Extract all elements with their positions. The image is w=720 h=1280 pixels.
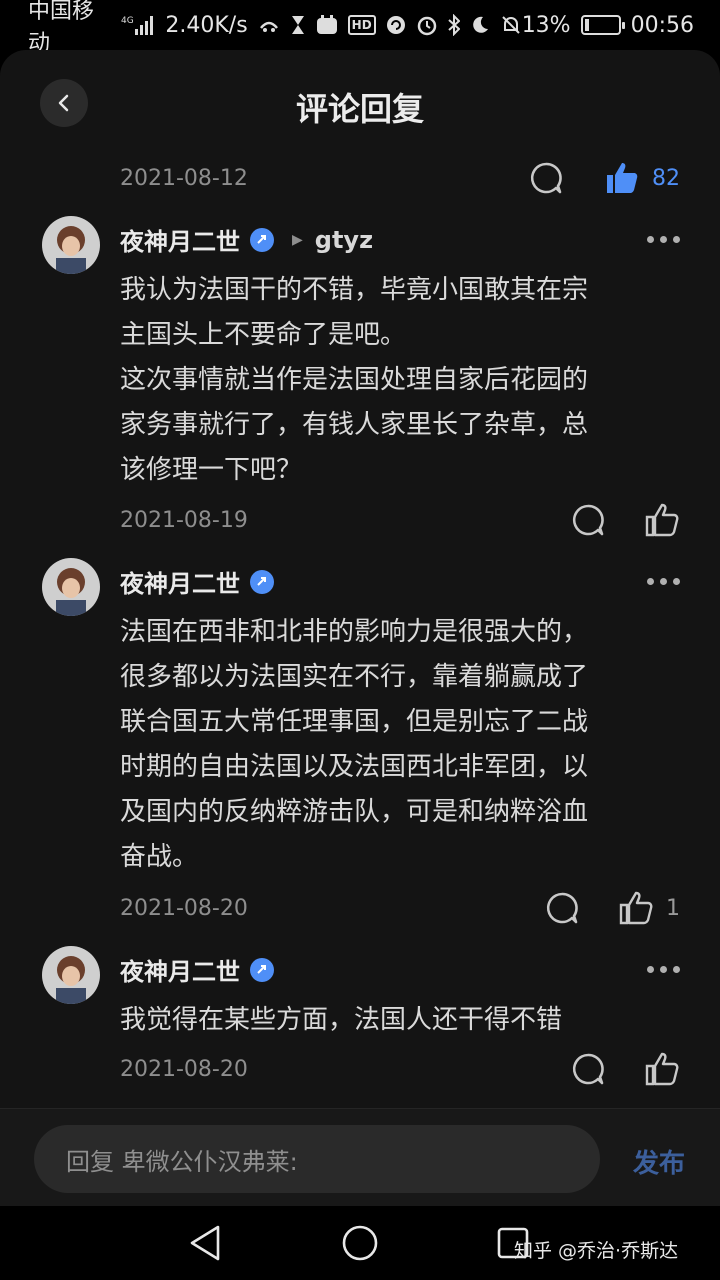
reply-date: 2021-08-19 (120, 507, 248, 533)
reply-input-bar: 回复 卑微公仆汉弗莱: 发布 (0, 1108, 720, 1206)
notification-app-icon (258, 16, 280, 34)
reply-header: 夜神月二世 ▶ gtyz (120, 222, 680, 257)
network-speed: 2.40K/s (165, 12, 248, 38)
nav-home-button[interactable] (342, 1224, 378, 1266)
comment-icon (530, 162, 562, 194)
like-button[interactable] (644, 502, 680, 538)
author-name[interactable]: 夜神月二世 (120, 952, 240, 987)
battery-icon (580, 15, 625, 35)
carrier-label: 中国移动 (28, 0, 95, 56)
like-count: 82 (652, 165, 680, 191)
more-options-button[interactable] (647, 578, 680, 585)
more-options-button[interactable] (647, 966, 680, 973)
signal-icon: 4G (121, 14, 155, 36)
content-line: 该修理一下吧？ (120, 455, 303, 485)
clock: 00:56 (630, 12, 694, 38)
verified-badge-icon (250, 227, 274, 252)
reply-input-placeholder: 回复 卑微公仆汉弗莱: (66, 1147, 298, 1176)
content-line: 这次事情就当作是法国处理自家后花园的 (120, 365, 589, 395)
nav-back-button[interactable] (188, 1224, 222, 1266)
comment-reply-sheet: 评论回复 2021-08-12 82 夜神月二世 ▶ gtyz 我认为法国干的不… (0, 50, 720, 1206)
hd-icon: HD (347, 15, 376, 35)
like-button[interactable]: 82 (604, 160, 680, 196)
more-options-button[interactable] (647, 236, 680, 243)
reply-content: 我觉得在某些方面，法国人还干得不错 (120, 998, 670, 1043)
reply-header: 夜神月二世 (120, 952, 680, 987)
publish-button[interactable]: 发布 (633, 1143, 685, 1180)
circle-home-icon (342, 1225, 378, 1261)
network-type-label: 4G (121, 16, 134, 26)
reply-date: 2021-08-20 (120, 1056, 248, 1082)
reply-meta: 2021-08-20 1 (120, 890, 680, 926)
comment-button[interactable] (570, 1051, 606, 1087)
content-line: 我觉得在某些方面，法国人还干得不错 (120, 1005, 563, 1035)
page-title: 评论回复 (295, 90, 424, 128)
comment-button[interactable] (544, 890, 580, 926)
status-bar: 中国移动 4G 2.40K/s HD 13% 00:56 (0, 0, 720, 56)
content-line: 我认为法国干的不错，毕竟小国敢其在宗 (120, 275, 589, 305)
verified-badge-icon (250, 569, 274, 594)
avatar[interactable] (42, 216, 100, 274)
avatar[interactable] (42, 946, 100, 1004)
app-badge-icon (316, 15, 338, 35)
reply-header: 夜神月二世 (120, 564, 680, 599)
avatar-image (42, 946, 100, 1004)
root-comment-date: 2021-08-12 (120, 165, 248, 191)
watermark: 知乎 @乔治·乔斯达 (514, 1240, 679, 1262)
reply-arrow-icon: ▶ (292, 231, 303, 248)
author-name[interactable]: 夜神月二世 (120, 222, 240, 257)
avatar[interactable] (42, 558, 100, 616)
battery-percent: 13% (521, 12, 571, 38)
comment-icon (572, 504, 604, 536)
content-line: 法国在西非和北非的影响力是很强大的， (120, 617, 589, 647)
comment-button[interactable] (570, 502, 606, 538)
thumbs-up-filled-icon (607, 163, 638, 193)
like-button[interactable]: 1 (618, 890, 680, 926)
reply-content: 法国在西非和北非的影响力是很强大的， 很多都以为法国实在不行，靠着躺赢成了 联合… (120, 610, 670, 880)
reply-meta: 2021-08-19 (120, 502, 680, 538)
hourglass-icon (290, 15, 306, 35)
reply-content: 我认为法国干的不错，毕竟小国敢其在宗 主国头上不要命了是吧。 这次事情就当作是法… (120, 268, 670, 493)
content-line: 联合国五大常任理事国，但是别忘了二战 (120, 707, 589, 737)
content-line: 奋战。 (120, 842, 199, 872)
comment-icon (572, 1053, 604, 1085)
reply-meta: 2021-08-20 (120, 1051, 680, 1087)
sync-icon (386, 15, 406, 35)
root-comment-meta: 2021-08-12 82 (120, 160, 680, 196)
thumbs-up-icon (645, 503, 679, 537)
header: 评论回复 (0, 50, 720, 160)
mute-bell-icon (500, 14, 522, 36)
like-count: 1 (666, 895, 680, 921)
thumbs-up-icon (619, 891, 653, 925)
verified-badge-icon (250, 957, 274, 982)
thumbs-up-icon (645, 1052, 679, 1086)
comment-button[interactable] (528, 160, 564, 196)
avatar-image (42, 558, 100, 616)
content-line: 家务事就行了，有钱人家里长了杂草，总 (120, 410, 589, 440)
author-name[interactable]: 夜神月二世 (120, 564, 240, 599)
like-button[interactable] (644, 1051, 680, 1087)
reply-input[interactable]: 回复 卑微公仆汉弗莱: (34, 1125, 600, 1193)
avatar-image (42, 216, 100, 274)
content-line: 及国内的反纳粹游击队，可是和纳粹浴血 (120, 797, 589, 827)
reply-date: 2021-08-20 (120, 895, 248, 921)
reply-to-name[interactable]: gtyz (315, 226, 373, 254)
content-line: 主国头上不要命了是吧。 (120, 320, 407, 350)
content-line: 很多都以为法国实在不行，靠着躺赢成了 (120, 662, 589, 692)
comment-icon (546, 892, 578, 924)
triangle-back-icon (190, 1225, 220, 1261)
content-line: 时期的自由法国以及法国西北非军团，以 (120, 752, 589, 782)
alarm-icon (416, 14, 438, 36)
moon-icon (470, 15, 490, 35)
bluetooth-icon (448, 14, 460, 36)
